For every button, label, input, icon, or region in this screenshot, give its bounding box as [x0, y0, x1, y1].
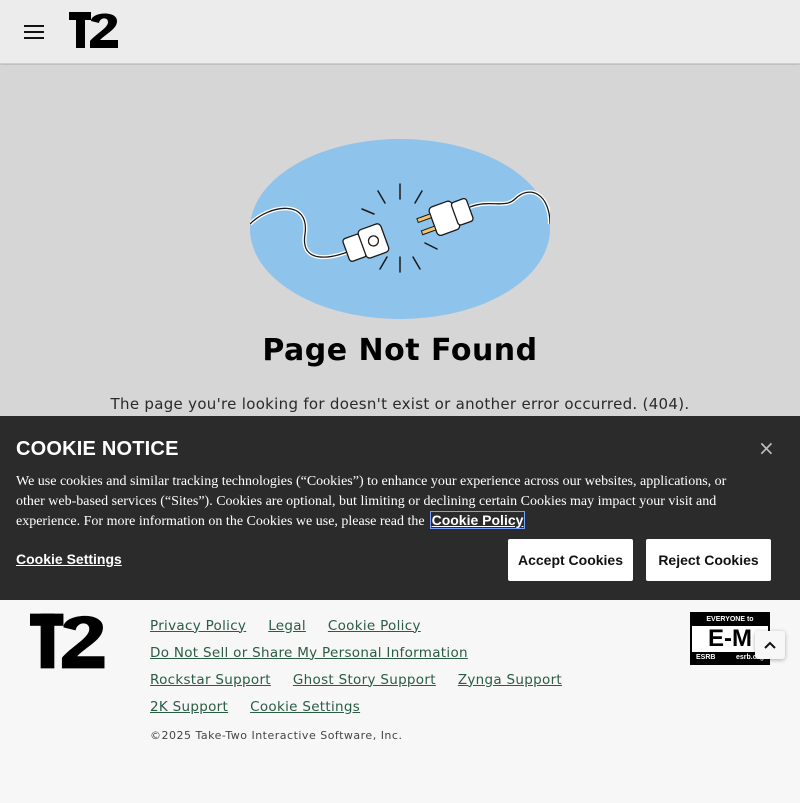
- site-header: [0, 0, 800, 64]
- rockstar-support-link[interactable]: Rockstar Support: [150, 672, 271, 688]
- footer-link-row: 2K Support Cookie Settings: [150, 693, 562, 720]
- footer-links: Privacy Policy Legal Cookie Policy Do No…: [150, 612, 562, 720]
- do-not-sell-link[interactable]: Do Not Sell or Share My Personal Informa…: [150, 645, 468, 661]
- ghost-story-support-link[interactable]: Ghost Story Support: [293, 672, 436, 688]
- page-title: Page Not Found: [262, 333, 538, 368]
- cookie-notice-title: COOKIE NOTICE: [16, 438, 179, 460]
- cookie-notice-body: We use cookies and similar tracking tech…: [16, 474, 727, 529]
- t2-logo[interactable]: [30, 612, 106, 670]
- unplugged-cable-icon: [250, 139, 550, 319]
- site-footer: Privacy Policy Legal Cookie Policy Do No…: [0, 600, 800, 803]
- chevron-up-icon: [764, 641, 776, 649]
- cookie-policy-footer-link[interactable]: Cookie Policy: [328, 618, 421, 634]
- t2-logo[interactable]: [69, 11, 119, 49]
- accept-cookies-button[interactable]: Accept Cookies: [508, 539, 633, 581]
- footer-link-row: Privacy Policy Legal Cookie Policy: [150, 612, 562, 639]
- esrb-label: ESRB: [696, 654, 716, 661]
- cookie-settings-link[interactable]: Cookie Settings: [16, 551, 122, 567]
- main-content: Page Not Found The page you're looking f…: [0, 65, 800, 416]
- scroll-to-top-button[interactable]: [755, 631, 785, 659]
- cookie-banner: COOKIE NOTICE × We use cookies and simil…: [0, 416, 800, 600]
- legal-link[interactable]: Legal: [268, 618, 306, 634]
- cookie-policy-link[interactable]: Cookie Policy: [429, 511, 526, 529]
- privacy-policy-link[interactable]: Privacy Policy: [150, 618, 246, 634]
- close-icon[interactable]: ×: [758, 438, 775, 458]
- hamburger-menu-icon[interactable]: [24, 25, 44, 39]
- reject-cookies-button[interactable]: Reject Cookies: [646, 539, 771, 581]
- 2k-support-link[interactable]: 2K Support: [150, 699, 228, 715]
- footer-link-row: Rockstar Support Ghost Story Support Zyn…: [150, 666, 562, 693]
- error-message: The page you're looking for doesn't exis…: [110, 395, 690, 413]
- cookie-notice-text: We use cookies and similar tracking tech…: [16, 472, 756, 532]
- footer-link-row: Do Not Sell or Share My Personal Informa…: [150, 639, 562, 666]
- copyright-text: ©2025 Take-Two Interactive Software, Inc…: [150, 729, 403, 742]
- cookie-settings-footer-link[interactable]: Cookie Settings: [250, 699, 360, 715]
- zynga-support-link[interactable]: Zynga Support: [458, 672, 562, 688]
